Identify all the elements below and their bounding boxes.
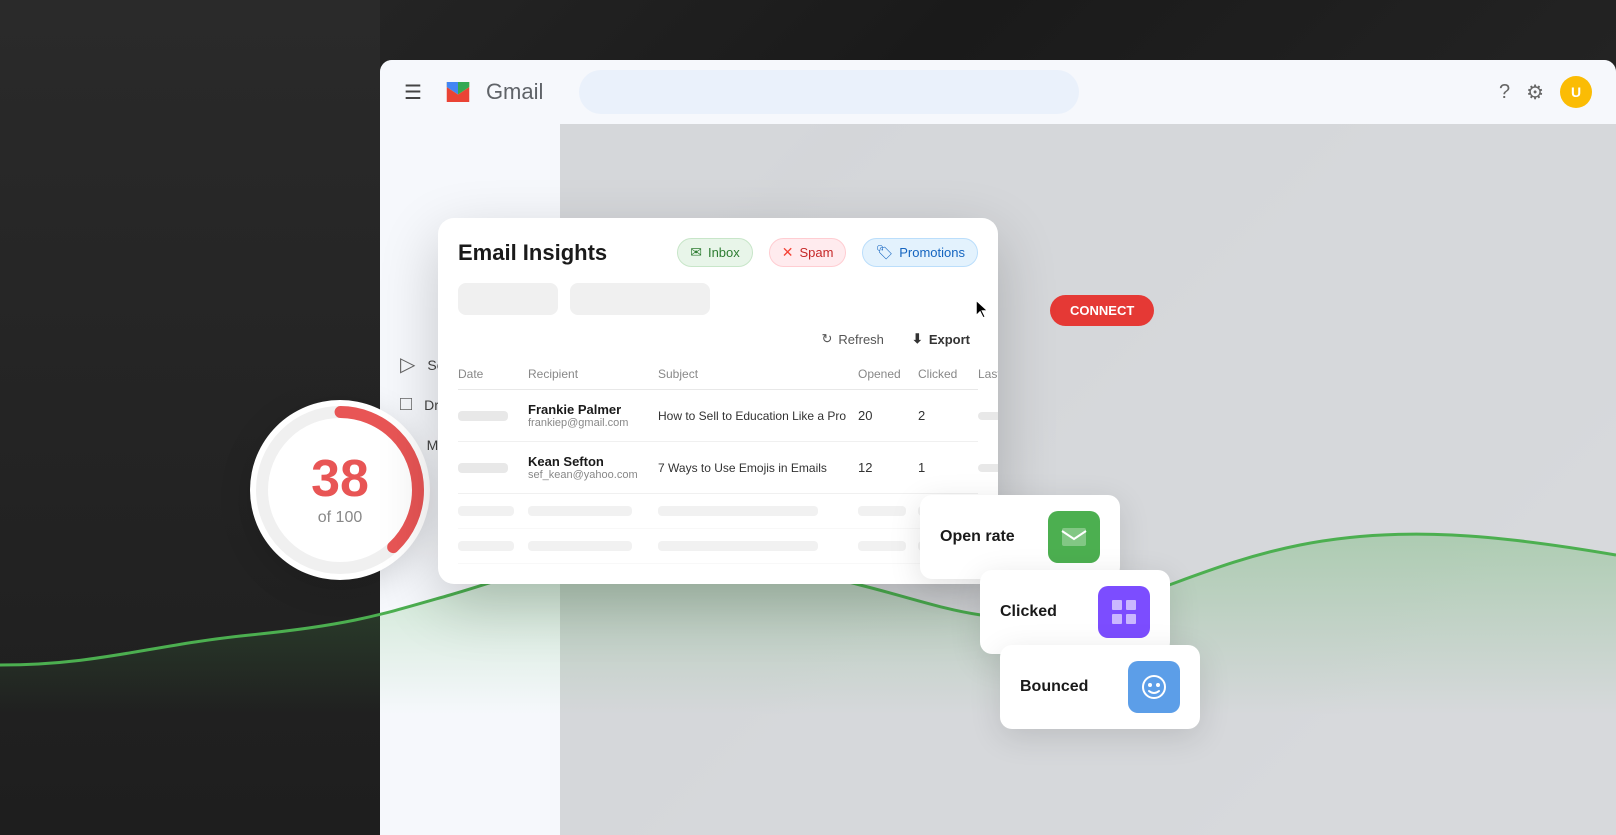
recipient-cell-1: Frankie Palmer frankiep@gmail.com xyxy=(528,402,658,429)
clicked-cell-2: 1 xyxy=(918,460,978,475)
gauge-circle: 38 of 100 xyxy=(250,400,430,580)
date-cell-1 xyxy=(458,411,508,421)
export-label: Export xyxy=(929,332,970,347)
ph-rec-3 xyxy=(528,506,632,516)
question-icon[interactable]: ? xyxy=(1499,81,1510,104)
activity-bar-2 xyxy=(978,464,998,472)
gmail-logo: Gmail xyxy=(438,77,543,107)
promotions-label: Promotions xyxy=(899,245,965,260)
subject-cell-2: 7 Ways to Use Emojis in Emails xyxy=(658,461,858,475)
recipient-cell-2: Kean Sefton sef_kean@yahoo.com xyxy=(528,454,658,481)
col-clicked: Clicked xyxy=(918,367,978,381)
recipient-name-2: Kean Sefton xyxy=(528,454,658,469)
placeholder-row-3 xyxy=(458,494,978,529)
panel-title: Email Insights xyxy=(458,240,661,266)
ph-rec-4 xyxy=(528,541,632,551)
inbox-label: Inbox xyxy=(708,245,740,260)
badge-promotions[interactable]: 🏷 Promotions xyxy=(862,238,978,267)
filter-date[interactable] xyxy=(458,283,558,315)
hamburger-icon: ☰ xyxy=(404,80,422,105)
card-open-rate: Open rate xyxy=(920,495,1120,579)
recipient-email-2: sef_kean@yahoo.com xyxy=(528,469,658,481)
actions-bar: ↻ Refresh ⬇ Export xyxy=(458,327,978,351)
gmail-title-text: Gmail xyxy=(486,79,543,105)
ph-date-3 xyxy=(458,506,514,516)
activity-bar-1 xyxy=(978,412,998,420)
ph-op-3 xyxy=(858,506,906,516)
export-icon: ⬇ xyxy=(912,331,923,347)
col-last-activity: Last Activity xyxy=(978,367,998,381)
badge-spam[interactable]: ✕ Spam xyxy=(769,238,847,267)
card-bounced: Bounced xyxy=(1000,645,1200,729)
clicked-cell-1: 2 xyxy=(918,408,978,423)
ph-sub-4 xyxy=(658,541,818,551)
bounced-icon xyxy=(1128,661,1180,713)
promotions-icon: 🏷 xyxy=(875,244,893,261)
recipient-email-1: frankiep@gmail.com xyxy=(528,417,658,429)
spam-x-icon: ✕ xyxy=(782,244,794,261)
col-subject: Subject xyxy=(658,367,858,381)
bounced-label: Bounced xyxy=(1020,678,1088,696)
gmail-header: ☰ Gmail ? ⚙ U xyxy=(380,60,1616,124)
ph-date-4 xyxy=(458,541,514,551)
background-red-button: CONNECT xyxy=(1050,295,1154,326)
refresh-label: Refresh xyxy=(838,332,884,347)
panel-header: Email Insights ✉ Inbox ✕ Spam 🏷 Promotio… xyxy=(458,238,978,267)
card-clicked: Clicked xyxy=(980,570,1170,654)
ph-op-4 xyxy=(858,541,906,551)
filter-bar xyxy=(458,283,978,315)
filter-recipient[interactable] xyxy=(570,283,710,315)
table-row: Kean Sefton sef_kean@yahoo.com 7 Ways to… xyxy=(458,442,978,494)
placeholder-row-4 xyxy=(458,529,978,564)
ph-sub-3 xyxy=(658,506,818,516)
table-header: Date Recipient Subject Opened Clicked La… xyxy=(458,359,978,390)
col-recipient: Recipient xyxy=(528,367,658,381)
spam-label: Spam xyxy=(800,245,834,260)
export-button[interactable]: ⬇ Export xyxy=(904,327,978,351)
recipient-name-1: Frankie Palmer xyxy=(528,402,658,417)
insights-panel: Email Insights ✉ Inbox ✕ Spam 🏷 Promotio… xyxy=(438,218,998,584)
open-rate-label: Open rate xyxy=(940,528,1015,546)
refresh-icon: ↻ xyxy=(821,331,832,347)
avatar[interactable]: U xyxy=(1560,76,1592,108)
gmail-m-icon xyxy=(438,77,478,107)
clicked-icon xyxy=(1098,586,1150,638)
open-rate-icon xyxy=(1048,511,1100,563)
date-cell-2 xyxy=(458,463,508,473)
sent-icon: ▷ xyxy=(400,352,415,377)
table-row: Frankie Palmer frankiep@gmail.com How to… xyxy=(458,390,978,442)
col-opened: Opened xyxy=(858,367,918,381)
refresh-button[interactable]: ↻ Refresh xyxy=(813,327,891,351)
settings-icon[interactable]: ⚙ xyxy=(1526,80,1544,105)
gauge-arc-svg xyxy=(250,400,430,580)
opened-cell-2: 12 xyxy=(858,460,918,475)
inbox-icon: ✉ xyxy=(690,244,702,261)
gmail-search-bar[interactable] xyxy=(579,70,1079,114)
opened-cell-1: 20 xyxy=(858,408,918,423)
subject-cell-1: How to Sell to Education Like a Pro xyxy=(658,409,858,423)
gauge-widget: 38 of 100 xyxy=(250,400,430,580)
badge-inbox[interactable]: ✉ Inbox xyxy=(677,238,753,267)
clicked-label: Clicked xyxy=(1000,603,1057,621)
col-date: Date xyxy=(458,367,528,381)
